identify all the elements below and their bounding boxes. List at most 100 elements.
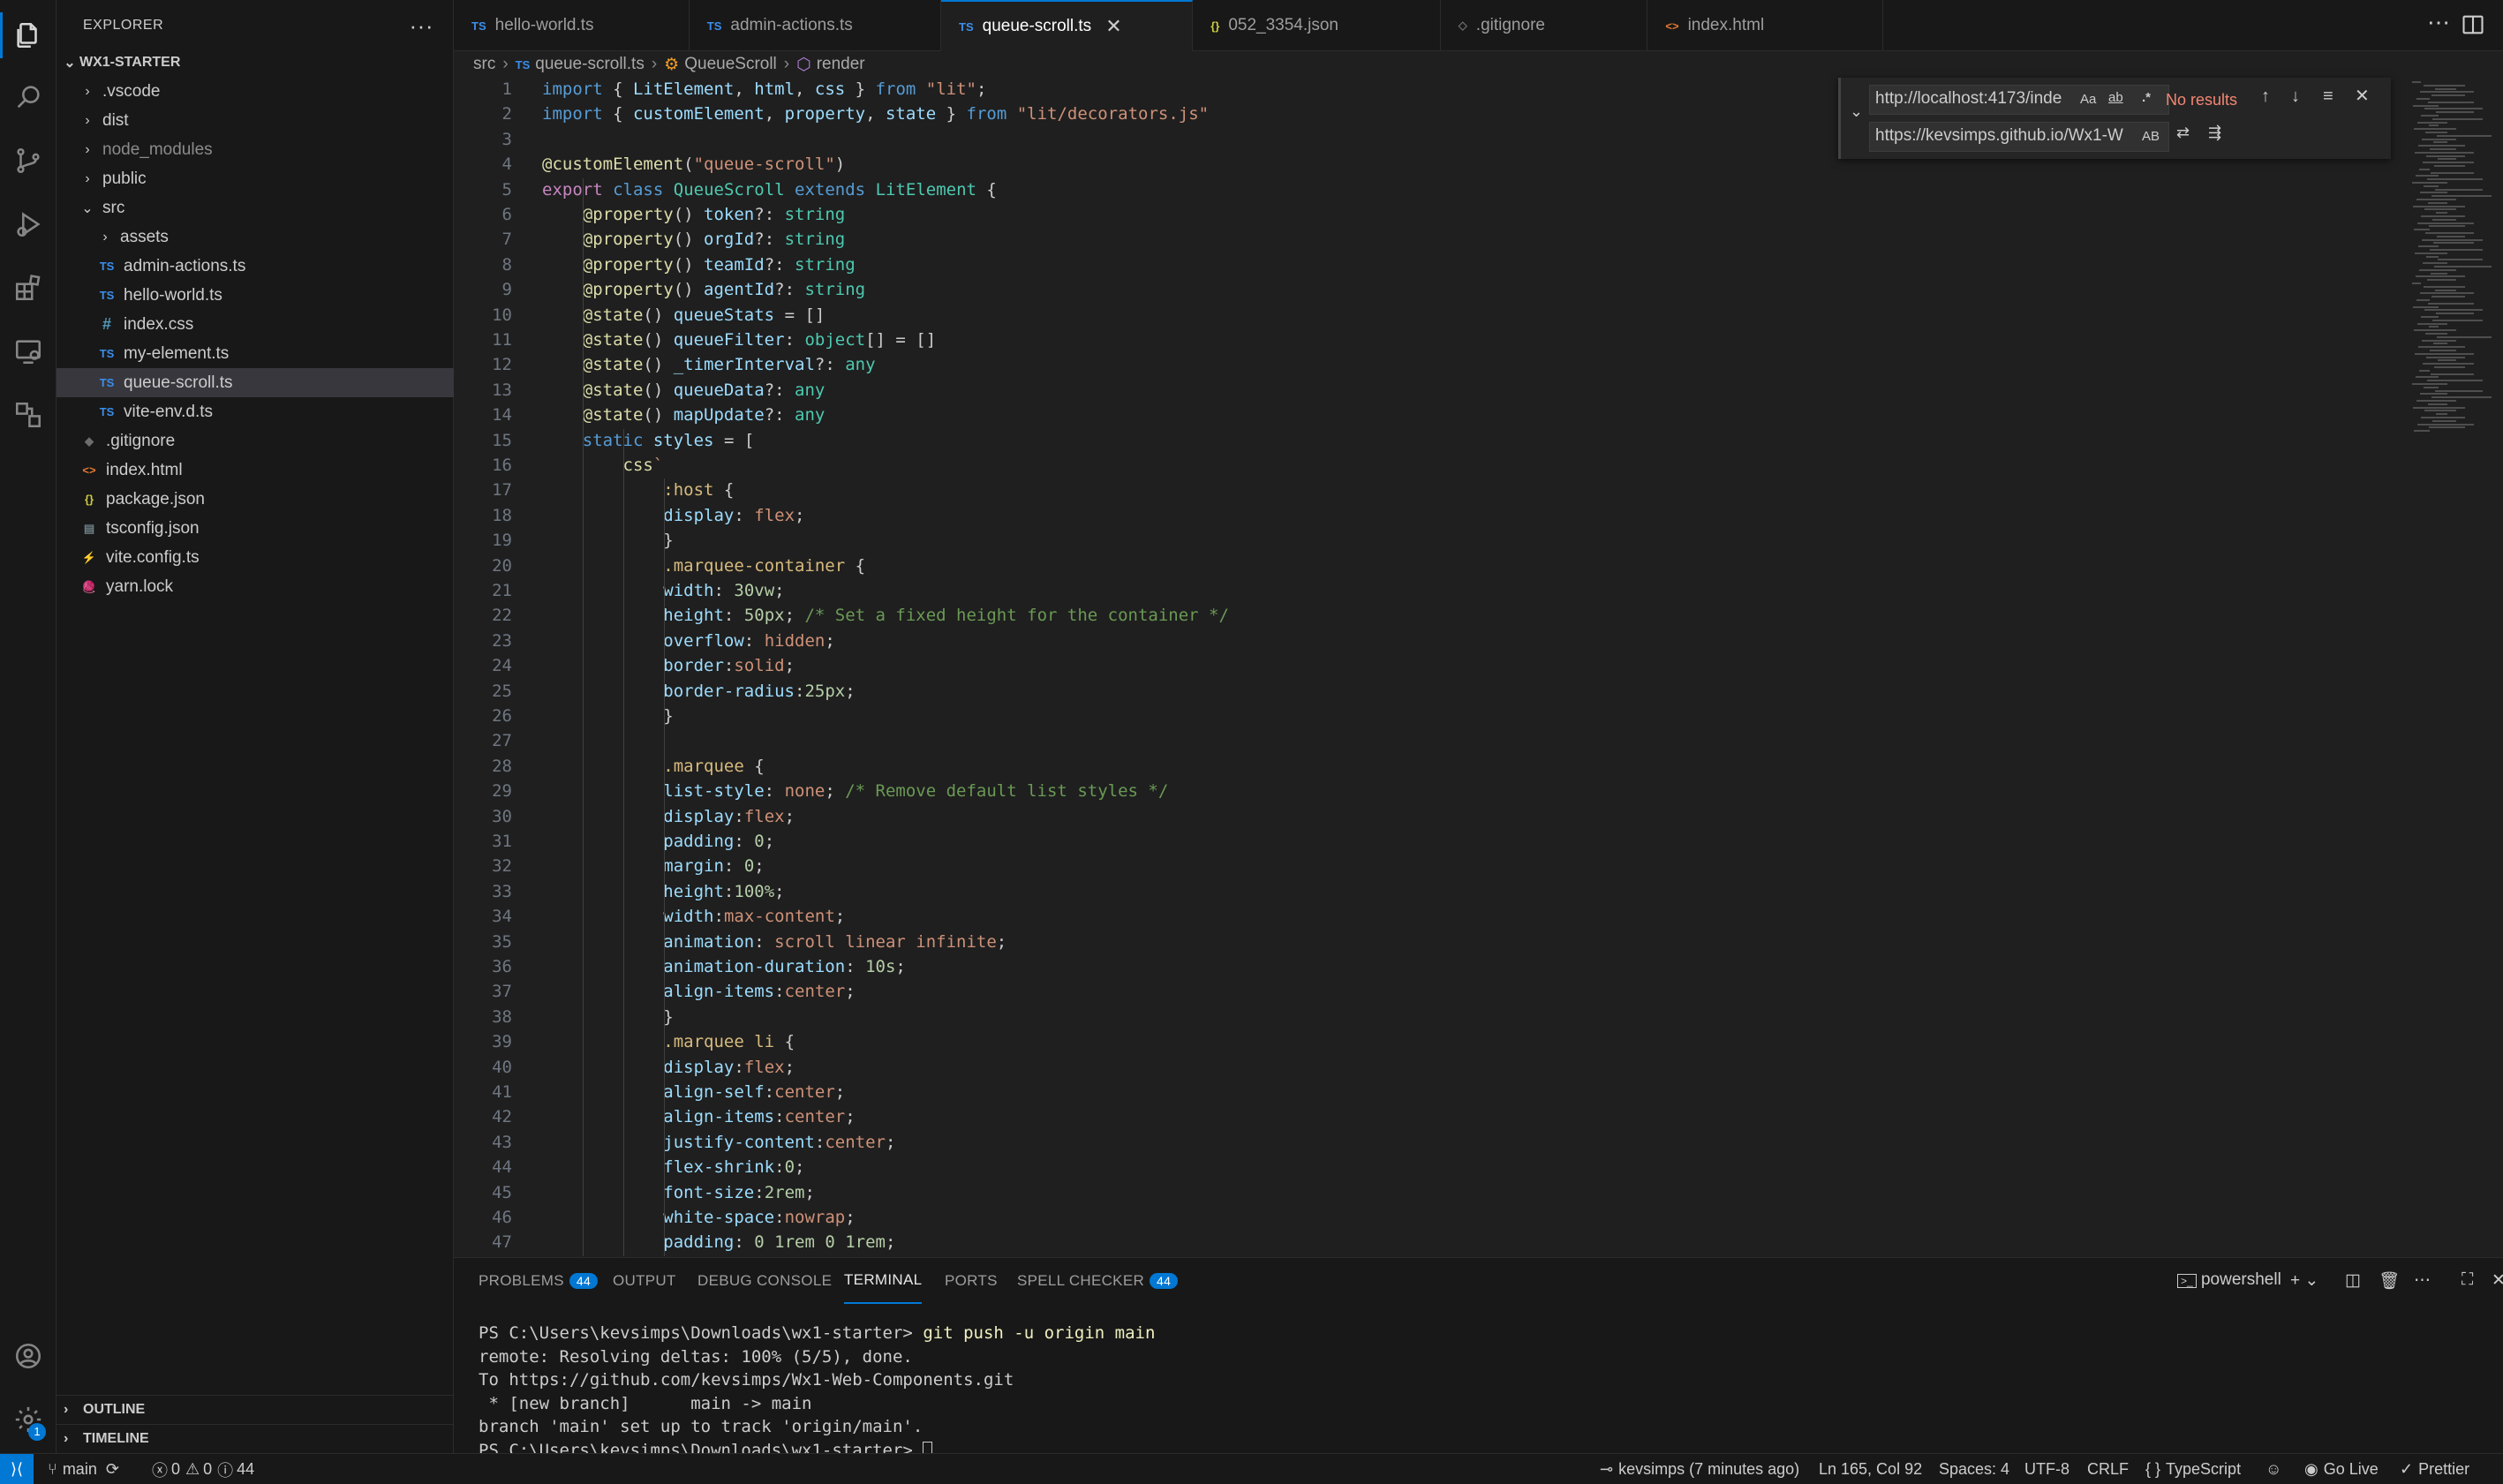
outline-section[interactable]: › OUTLINE: [57, 1395, 454, 1424]
tree-file[interactable]: <> index.html: [57, 456, 454, 485]
breadcrumb-item[interactable]: render: [817, 55, 865, 74]
tree-folder[interactable]: › node_modules: [57, 135, 454, 164]
code-line: }: [542, 1007, 673, 1027]
indentation[interactable]: Spaces: 4: [1939, 1454, 2009, 1484]
explorer-icon[interactable]: [0, 7, 57, 64]
minimap-line: [2426, 255, 2439, 258]
panel-tab[interactable]: TERMINAL: [844, 1258, 923, 1304]
problems-indicator[interactable]: ⓧ 0 ⚠ 0 ⓘ 44: [152, 1454, 254, 1484]
new-terminal-icon[interactable]: + ⌄: [2290, 1270, 2318, 1291]
panel-tab[interactable]: OUTPUT: [613, 1258, 676, 1304]
terminal-shell-selector[interactable]: >_ powershell: [2177, 1270, 2281, 1290]
tree-file[interactable]: ▤ tsconfig.json: [57, 514, 454, 543]
toggle-replace-chevron-icon[interactable]: ⌄: [1850, 102, 1863, 121]
search-icon[interactable]: [0, 69, 57, 125]
code-token: animation-duration: [663, 957, 846, 976]
tree-file[interactable]: TS vite-env.d.ts: [57, 397, 454, 426]
close-tab-icon[interactable]: ✕: [1105, 15, 1121, 38]
match-whole-word-toggle[interactable]: ab: [2106, 90, 2126, 105]
prettier-button[interactable]: ✓ Prettier: [2400, 1454, 2469, 1484]
code-token: list-style: [663, 781, 765, 802]
tree-file[interactable]: TS hello-world.ts: [57, 281, 454, 310]
explorer-more-button[interactable]: ···: [410, 12, 434, 40]
panel-tab[interactable]: PORTS: [945, 1258, 998, 1304]
minimap-line: [2417, 322, 2447, 325]
end-of-line[interactable]: CRLF: [2087, 1454, 2129, 1484]
panel-tab[interactable]: DEBUG CONSOLE: [697, 1258, 832, 1304]
language-mode[interactable]: { } TypeScript: [2145, 1454, 2241, 1484]
replace-input[interactable]: https://kevsimps.github.io/Wx1-W: [1869, 122, 2169, 152]
tree-file[interactable]: ⚡ vite.config.ts: [57, 543, 454, 572]
tree-file[interactable]: 🧶 yarn.lock: [57, 572, 454, 601]
remote-explorer-icon[interactable]: [0, 323, 57, 380]
code-token: ;: [834, 1082, 846, 1102]
minimap-line: [2414, 229, 2430, 231]
minimap-line: [2438, 259, 2483, 261]
replace-all-icon[interactable]: ⇶: [2208, 124, 2221, 142]
split-editor-icon[interactable]: [2461, 12, 2485, 37]
editor-tab[interactable]: <> index.html: [1647, 0, 1884, 51]
extensions-icon[interactable]: [0, 260, 57, 316]
split-terminal-icon[interactable]: ◫: [2345, 1270, 2361, 1291]
code-token: :: [734, 806, 744, 826]
next-match-icon[interactable]: ↓: [2291, 87, 2300, 107]
tree-file[interactable]: TS queue-scroll.ts: [57, 368, 454, 397]
tree-file[interactable]: {} package.json: [57, 485, 454, 514]
minimap[interactable]: [2405, 78, 2503, 1257]
go-live-button[interactable]: ◉ Go Live: [2304, 1454, 2379, 1484]
preserve-case-toggle[interactable]: AB: [2139, 129, 2163, 144]
panel-more-icon[interactable]: ⋯: [2414, 1270, 2431, 1291]
kill-terminal-icon[interactable]: 🗑: [2379, 1270, 2400, 1292]
close-find-icon[interactable]: ✕: [2355, 85, 2370, 107]
breadcrumb-item[interactable]: QueueScroll: [684, 55, 777, 74]
code-editor[interactable]: 1 import { LitElement, html, css } from "…: [454, 78, 2405, 1257]
panel-tab[interactable]: SPELL CHECKER 44: [1017, 1258, 1179, 1304]
breadcrumb-item[interactable]: src: [473, 55, 495, 74]
tree-folder[interactable]: ⌄ src: [57, 193, 454, 222]
line-number: 6: [501, 205, 512, 224]
tree-file[interactable]: TS my-element.ts: [57, 339, 454, 368]
editor-more-button[interactable]: ⋯: [2427, 9, 2450, 36]
timeline-section[interactable]: › TIMELINE: [57, 1424, 454, 1453]
account-icon[interactable]: [0, 1328, 57, 1384]
tree-folder[interactable]: › dist: [57, 106, 454, 135]
code-line: display: flex;: [542, 506, 804, 525]
maximize-panel-icon[interactable]: ⛶: [2462, 1270, 2473, 1290]
tree-file[interactable]: ◆ .gitignore: [57, 426, 454, 456]
settings-gear-icon[interactable]: 1: [0, 1391, 57, 1448]
editor-tab[interactable]: {} 052_3354.json: [1193, 0, 1441, 51]
tree-folder[interactable]: › assets: [57, 222, 454, 252]
replace-icon[interactable]: ⇄: [2176, 124, 2190, 142]
tree-file[interactable]: TS admin-actions.ts: [57, 252, 454, 281]
encoding[interactable]: UTF-8: [2024, 1454, 2069, 1484]
close-panel-icon[interactable]: ✕: [2492, 1270, 2503, 1291]
minimap-line: [2420, 91, 2474, 94]
find-in-selection-icon[interactable]: ≡: [2323, 87, 2333, 107]
branch-indicator[interactable]: ⑂ main ⟳: [48, 1454, 119, 1484]
cursor-position[interactable]: Ln 165, Col 92: [1819, 1454, 1922, 1484]
copilot-icon[interactable]: ☺: [2266, 1454, 2281, 1484]
regex-toggle[interactable]: .*: [2139, 90, 2154, 105]
breadcrumb-item[interactable]: queue-scroll.ts: [535, 55, 645, 74]
git-blame[interactable]: ⊸ kevsimps (7 minutes ago): [1600, 1454, 1799, 1484]
match-case-toggle[interactable]: Aa: [2077, 92, 2100, 107]
tree-folder[interactable]: › public: [57, 164, 454, 193]
previous-match-icon[interactable]: ↑: [2261, 87, 2270, 107]
editor-tab[interactable]: TS queue-scroll.ts ✕: [941, 0, 1194, 51]
tree-item-label: vite.config.ts: [106, 547, 200, 567]
editor-tab[interactable]: TS hello-world.ts: [454, 0, 690, 51]
tree-folder[interactable]: › .vscode: [57, 77, 454, 106]
editor-tab[interactable]: ◇ .gitignore: [1441, 0, 1648, 51]
panel-tab[interactable]: PROBLEMS 44: [479, 1258, 599, 1304]
workspace-root[interactable]: ⌄ WX1-STARTER: [57, 48, 454, 77]
remote-indicator-icon[interactable]: ⟩⟨: [0, 1454, 34, 1484]
code-token: border: [663, 656, 724, 676]
run-debug-icon[interactable]: [0, 196, 57, 252]
minimap-line: [2438, 359, 2456, 362]
testing-icon[interactable]: [0, 387, 57, 443]
tree-file[interactable]: # index.css: [57, 310, 454, 339]
code-token: :host: [663, 480, 714, 501]
source-control-icon[interactable]: [0, 132, 57, 189]
editor-tab[interactable]: TS admin-actions.ts: [690, 0, 941, 51]
